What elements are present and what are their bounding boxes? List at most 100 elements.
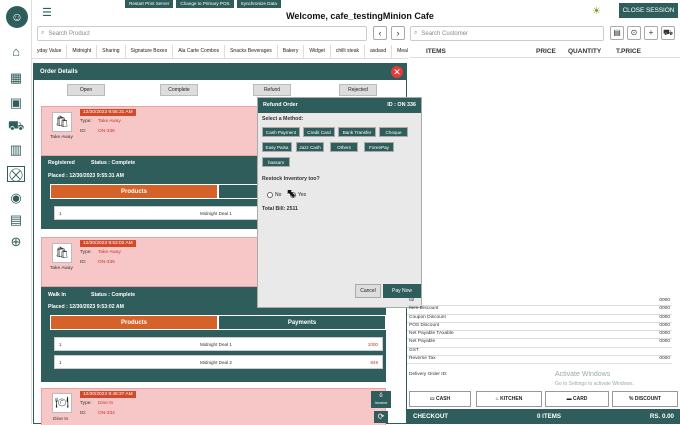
discount-label: DISCOUNT bbox=[634, 396, 661, 402]
method-bank-transfer[interactable]: Bank Transfer bbox=[338, 127, 376, 137]
discount-button[interactable]: % DISCOUNT bbox=[612, 391, 678, 407]
summary-label: Coupon Discount bbox=[409, 314, 446, 320]
search-input[interactable]: Search Product bbox=[48, 31, 89, 37]
tab-refund[interactable]: Refund bbox=[253, 84, 291, 96]
avatar: ☺ bbox=[6, 6, 28, 28]
boxes-icon[interactable]: ▥ bbox=[7, 142, 25, 158]
item-qty: 1 bbox=[59, 211, 62, 216]
summary-value: 0000 bbox=[659, 331, 670, 337]
cash-button[interactable]: ▭ CASH bbox=[409, 391, 471, 407]
category-tab[interactable]: Signature Boxes bbox=[126, 45, 174, 58]
products-tab[interactable]: Products bbox=[50, 315, 218, 330]
lock-icon[interactable]: ⊕ bbox=[7, 234, 25, 250]
delivery-icon[interactable]: ⛟ bbox=[661, 26, 675, 40]
order-type: Take Away bbox=[98, 250, 121, 255]
order-type: Take Away bbox=[98, 119, 121, 124]
invoice-button[interactable]: ⎙ Invoice bbox=[371, 391, 391, 408]
cancel-button[interactable]: Cancel bbox=[355, 284, 381, 298]
lightbulb-icon[interactable]: ☀ bbox=[592, 6, 601, 17]
card-icon: ▬ bbox=[566, 396, 572, 402]
restart-print-server-button[interactable]: Restart Print Server bbox=[125, 0, 174, 8]
id-label: ID: bbox=[80, 411, 87, 416]
method-credit-card[interactable]: Credit Card bbox=[303, 127, 335, 137]
bag-icon[interactable]: ▣ bbox=[7, 95, 25, 111]
next-button[interactable]: › bbox=[391, 26, 405, 40]
card-button[interactable]: ▬ CARD bbox=[545, 391, 609, 407]
tab-rejected[interactable]: Rejected bbox=[339, 84, 377, 96]
item-price: 1000 bbox=[367, 342, 378, 347]
store-icon[interactable]: ⌂ bbox=[7, 44, 25, 60]
menu-icon[interactable]: ☰ bbox=[42, 6, 52, 19]
category-tab[interactable]: Midnight bbox=[67, 45, 98, 58]
item-name: Midnight Deal 1 bbox=[200, 342, 232, 347]
category-tab[interactable]: Sharing bbox=[97, 45, 126, 58]
invoice-label: Invoice bbox=[374, 400, 388, 405]
order-id: ON-335 bbox=[98, 260, 115, 265]
category-tab[interactable]: chilli steak bbox=[331, 45, 365, 58]
checkout-items: 0 ITEMS bbox=[536, 413, 562, 420]
tab-open[interactable]: Open bbox=[67, 84, 105, 96]
order-card[interactable]: 🍽 Dine In 12/30/2023 9:48:37 AM Type: Di… bbox=[41, 388, 391, 425]
method-hassam[interactable]: hassam bbox=[262, 157, 290, 167]
payments-tab[interactable] bbox=[218, 184, 258, 199]
change-primary-pos-button[interactable]: Change to Primary POS bbox=[176, 0, 234, 8]
money-icon[interactable]: ◉ bbox=[7, 190, 25, 206]
category-tab[interactable]: yday Value bbox=[32, 45, 68, 58]
summary-label: tal bbox=[409, 298, 415, 303]
no-radio[interactable] bbox=[267, 192, 273, 198]
summary-value: 0000 bbox=[659, 322, 670, 328]
method-cheque[interactable]: Cheque bbox=[379, 127, 408, 137]
order-id: ON-336 bbox=[98, 129, 115, 134]
cash-register-icon[interactable]: ▤ bbox=[7, 212, 25, 228]
item-price: 849 bbox=[370, 360, 378, 365]
mouse-cursor-icon: ⬉ bbox=[286, 186, 297, 200]
category-tab[interactable]: Meal M bbox=[392, 45, 408, 58]
watermark-title: Activate Windows bbox=[555, 371, 611, 378]
shop-icon[interactable]: ▦ bbox=[7, 70, 25, 86]
product-search[interactable]: ⌕ Search Product bbox=[37, 26, 367, 41]
customer-search-input[interactable]: Search Customer bbox=[421, 31, 468, 37]
kitchen-button[interactable]: ⌂ KITCHEN bbox=[476, 391, 542, 407]
customer-search[interactable]: ⌕ Search Customer bbox=[410, 26, 604, 41]
method-jazz-cash[interactable]: Jazz Cash bbox=[296, 142, 324, 152]
close-session-button[interactable]: CLOSE SESSION bbox=[619, 3, 678, 18]
item-row: 1 Midnight Deal 2 849 bbox=[54, 355, 383, 369]
category-tab[interactable]: asdasd bbox=[365, 45, 393, 58]
truck-icon[interactable]: ⛟ bbox=[7, 118, 25, 134]
method-cash-payment[interactable]: Cash Payment bbox=[262, 127, 300, 137]
summary-row: Coupon Discount 0000 bbox=[407, 315, 672, 323]
summary-label: Net Payable TAxable bbox=[409, 331, 454, 337]
method-others[interactable]: Others bbox=[330, 142, 358, 152]
add-icon[interactable]: + bbox=[644, 26, 658, 40]
tab-complete[interactable]: Complete bbox=[160, 84, 198, 96]
checkout-bar[interactable]: CHECKOUT 0 ITEMS RS. 0.00 bbox=[407, 409, 680, 424]
pay-now-button[interactable]: Pay Now bbox=[383, 284, 421, 298]
payments-tab[interactable]: Payments bbox=[218, 315, 386, 330]
cart-icon[interactable]: ⛒ bbox=[7, 166, 25, 182]
category-tab[interactable]: Snacks Beverages bbox=[225, 45, 278, 58]
status-text: Status : Complete bbox=[91, 160, 136, 166]
yes-label: Yes bbox=[298, 192, 307, 198]
category-tab[interactable]: Bakery bbox=[278, 45, 305, 58]
category-tab[interactable]: Widget bbox=[304, 45, 331, 58]
settings-icon[interactable]: ⊙ bbox=[627, 26, 641, 40]
status-title: Walk In bbox=[48, 292, 66, 298]
restock-label: Restock Inventory too? bbox=[262, 176, 320, 182]
bill-summary: tal 0000 Item Discount 0000 Coupon Discoun… bbox=[407, 298, 672, 365]
category-tab[interactable]: Ala Carte Combos bbox=[173, 45, 226, 58]
summary-row: Item Discount 0000 bbox=[407, 306, 672, 315]
price-header: PRICE bbox=[536, 48, 556, 55]
synchronize-data-button[interactable]: Synchronize Data bbox=[236, 0, 281, 8]
search-icon: ⌕ bbox=[414, 30, 418, 36]
close-icon[interactable]: ✕ bbox=[391, 66, 403, 78]
order-type-icon-label: Dine In bbox=[53, 417, 69, 422]
products-tab[interactable]: Products bbox=[50, 184, 218, 199]
order-date: 12/30/2023 9:55:31 AM bbox=[80, 109, 136, 116]
method-easy-paisa[interactable]: Easy Paisa bbox=[262, 142, 292, 152]
refresh-button[interactable]: ⟳ bbox=[374, 411, 388, 423]
method-foreepay[interactable]: ForeePay bbox=[364, 142, 394, 152]
prev-button[interactable]: ‹ bbox=[373, 26, 387, 40]
search-icon: ⌕ bbox=[41, 30, 45, 36]
summary-row: GST bbox=[407, 348, 672, 357]
receipt-icon[interactable]: ▤ bbox=[610, 26, 624, 40]
